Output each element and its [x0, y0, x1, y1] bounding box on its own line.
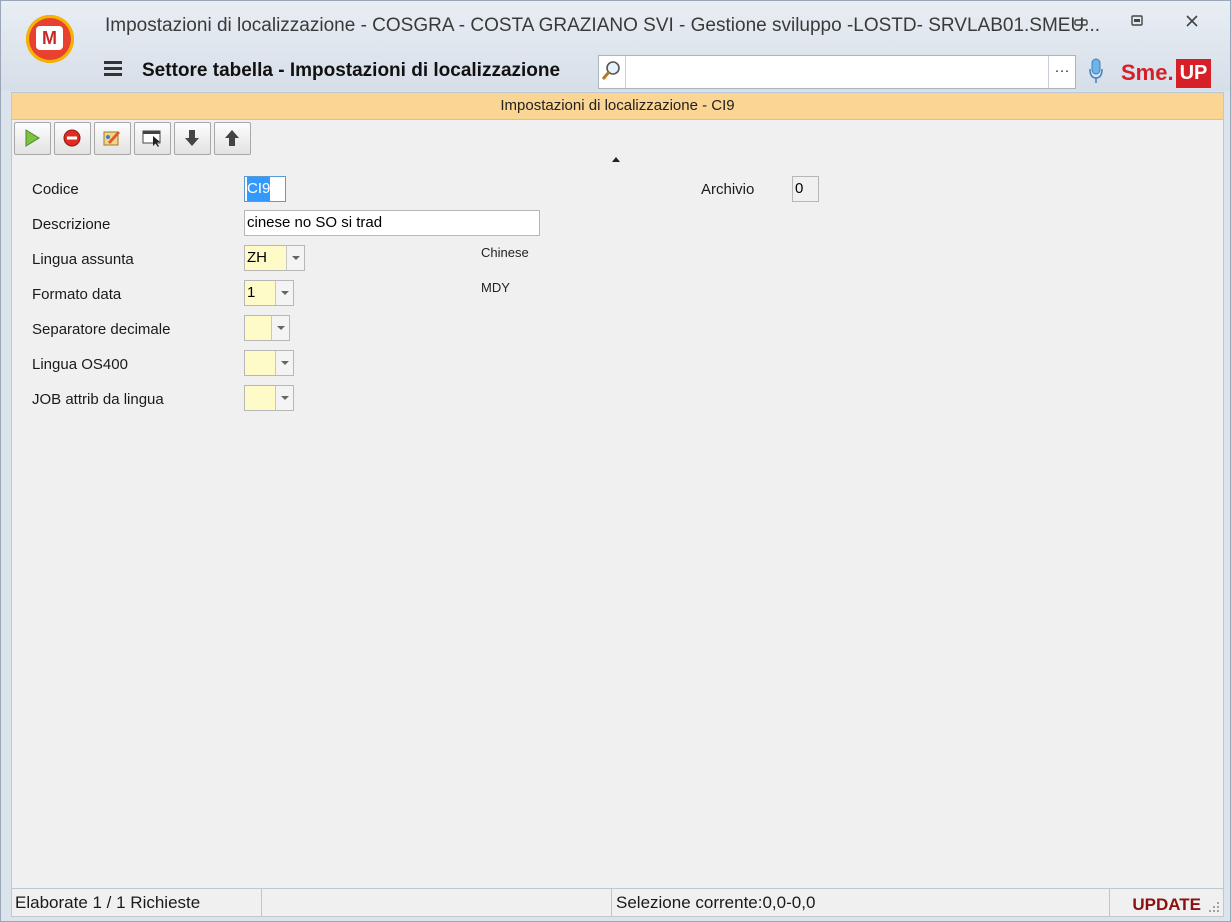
- main-panel: Impostazioni di localizzazione - CI9 Cod…: [11, 92, 1224, 889]
- lingua-assunta-description: Chinese: [481, 245, 529, 260]
- chevron-down-icon[interactable]: [286, 246, 304, 270]
- status-bar: Elaborate 1 / 1 Richieste Selezione corr…: [11, 888, 1224, 917]
- window-title: Impostazioni di localizzazione - COSGRA …: [105, 15, 1101, 36]
- brand-up-text: UP: [1175, 58, 1212, 88]
- chevron-down-icon[interactable]: [275, 281, 293, 305]
- separatore-decimale-select[interactable]: [244, 315, 290, 341]
- select-button[interactable]: [134, 122, 171, 155]
- search-icon[interactable]: [599, 56, 626, 88]
- archivio-field[interactable]: 0: [792, 176, 819, 202]
- microphone-icon[interactable]: [1087, 57, 1105, 85]
- codice-value: CI9: [247, 177, 271, 201]
- formato-data-select[interactable]: 1: [244, 280, 294, 306]
- search-box: ···: [598, 55, 1076, 89]
- descrizione-label: Descrizione: [32, 216, 111, 233]
- lingua-assunta-value: ZH: [247, 249, 267, 266]
- title-bar: M Impostazioni di localizzazione - COSGR…: [1, 1, 1230, 91]
- move-down-button[interactable]: [174, 122, 211, 155]
- lingua-assunta-label: Lingua assunta: [32, 251, 134, 268]
- chevron-down-icon[interactable]: [275, 351, 293, 375]
- formato-data-description: MDY: [481, 280, 510, 295]
- page-title: Settore tabella - Impostazioni di locali…: [142, 60, 561, 81]
- panel-title: Impostazioni di localizzazione - CI9: [12, 93, 1223, 120]
- hamburger-menu-icon[interactable]: [104, 61, 122, 77]
- app-logo-text: M: [36, 26, 63, 50]
- more-options-button[interactable]: ···: [1048, 56, 1075, 88]
- archivio-value: 0: [795, 180, 804, 197]
- codice-label: Codice: [32, 181, 79, 198]
- collapse-arrow-icon[interactable]: [612, 157, 620, 162]
- restore-icon[interactable]: [1123, 11, 1151, 35]
- chevron-down-icon[interactable]: [271, 316, 289, 340]
- codice-field[interactable]: CI9: [244, 176, 286, 202]
- minimize-icon[interactable]: [1067, 11, 1095, 35]
- descrizione-value: cinese no SO si trad: [247, 214, 383, 231]
- edit-button[interactable]: [94, 122, 131, 155]
- status-spacer: [261, 889, 612, 916]
- chevron-down-icon[interactable]: [275, 386, 293, 410]
- status-mode-badge: UPDATE: [1132, 895, 1201, 914]
- separatore-decimale-label: Separatore decimale: [32, 321, 171, 338]
- cancel-icon: [63, 129, 81, 147]
- select-icon: [142, 130, 161, 147]
- lingua-os400-select[interactable]: [244, 350, 294, 376]
- confirm-button[interactable]: [14, 122, 51, 155]
- formato-data-value: 1: [247, 284, 256, 301]
- confirm-icon: [25, 129, 40, 147]
- move-up-button[interactable]: [214, 122, 251, 155]
- search-input[interactable]: [627, 58, 1049, 86]
- application-window: M Impostazioni di localizzazione - COSGR…: [0, 0, 1231, 922]
- brand-sme-text: Sme.: [1121, 60, 1174, 85]
- brand-logo: Sme. UP: [1121, 57, 1212, 89]
- archivio-label: Archivio: [701, 181, 755, 198]
- status-requests: Elaborate 1 / 1 Richieste: [15, 889, 262, 916]
- lingua-assunta-select[interactable]: ZH: [244, 245, 305, 271]
- arrow-up-icon: [225, 130, 239, 146]
- job-attrib-select[interactable]: [244, 385, 294, 411]
- formato-data-label: Formato data: [32, 286, 122, 303]
- lingua-os400-label: Lingua OS400: [32, 356, 128, 373]
- resize-grip-icon[interactable]: [1208, 901, 1220, 913]
- job-attrib-label: JOB attrib da lingua: [32, 391, 164, 408]
- descrizione-field[interactable]: cinese no SO si trad: [244, 210, 540, 236]
- arrow-down-icon: [185, 130, 199, 146]
- close-icon[interactable]: [1178, 11, 1206, 35]
- edit-icon: [103, 131, 120, 146]
- status-selection: Selezione corrente:0,0-0,0: [616, 889, 1110, 916]
- app-logo: M: [26, 15, 74, 63]
- cancel-button[interactable]: [54, 122, 91, 155]
